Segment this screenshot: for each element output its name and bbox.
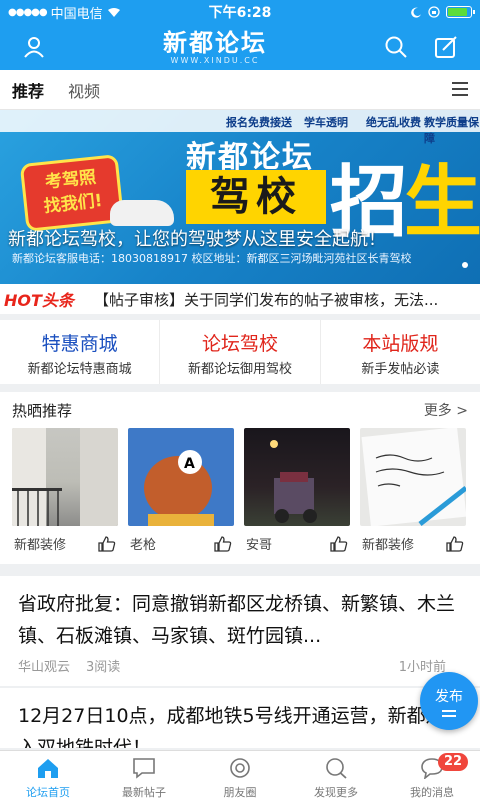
camera-icon xyxy=(230,758,250,778)
discover-icon xyxy=(326,758,347,779)
user-icon[interactable] xyxy=(20,33,48,61)
app-logo: 新都论坛 WWW.XINDU.CC xyxy=(163,30,267,65)
quick-link-rules[interactable]: 本站版规 新手发帖必读 xyxy=(321,320,480,384)
post-title[interactable]: 12月27日10点，成都地铁5号线开通运营，新都进入双地铁时代！ xyxy=(18,700,462,748)
hot-card[interactable]: 新都装修 xyxy=(360,428,466,553)
edit-icon[interactable] xyxy=(432,33,460,61)
status-bar: ●●●●● 中国电信 下午6:28 xyxy=(0,0,480,24)
card-author: 安哥 xyxy=(246,538,273,553)
hot-headline[interactable]: HOT头条 【帖子审核】关于同学们发布的帖子被审核，无法... xyxy=(0,284,480,314)
thumbnail-image[interactable]: A xyxy=(128,428,234,526)
card-author: 新都装修 xyxy=(362,538,415,553)
carrier-label: 中国电信 xyxy=(50,6,103,22)
quick-links: 特惠商城 新都论坛特惠商城 论坛驾校 新都论坛御用驾校 本站版规 新手发帖必读 xyxy=(0,320,480,384)
car-image xyxy=(110,200,174,226)
menu-icon[interactable] xyxy=(452,82,468,98)
post-time: 1小时前 xyxy=(398,660,446,675)
app-header: 新都论坛 WWW.XINDU.CC xyxy=(0,24,480,70)
content-tabs: 推荐 视频 xyxy=(0,70,480,110)
logo-title: 新都论坛 xyxy=(163,28,267,57)
hot-card[interactable]: A 老枪 xyxy=(128,428,234,553)
tab-recommend[interactable]: 推荐 xyxy=(12,70,44,110)
home-icon xyxy=(38,759,58,778)
post-item[interactable]: 12月27日10点，成都地铁5号线开通运营，新都进入双地铁时代！ xyxy=(0,688,480,748)
banner-caption: 新都论坛驾校，让您的驾驶梦从这里安全起航！ xyxy=(8,229,386,250)
chat-icon xyxy=(133,758,155,779)
thumbnail-image[interactable] xyxy=(244,428,350,526)
hot-section: 热晒推荐 更多 > 新都装修 A 老枪 安哥 新都装修 xyxy=(0,392,480,564)
hot-card[interactable]: 安哥 xyxy=(244,428,350,553)
thumbnail-image[interactable] xyxy=(12,428,118,526)
like-icon[interactable] xyxy=(446,535,464,552)
like-icon[interactable] xyxy=(214,535,232,552)
hot-card[interactable]: 新都装修 xyxy=(12,428,118,553)
moon-icon xyxy=(411,7,421,18)
quick-link-mall[interactable]: 特惠商城 新都论坛特惠商城 xyxy=(0,320,161,384)
banner-jiaxiao: 驾校 xyxy=(186,170,326,224)
hot-section-title: 热晒推荐 xyxy=(12,401,73,420)
tab-video[interactable]: 视频 xyxy=(68,70,100,110)
banner-pager-dot xyxy=(462,262,468,268)
lock-rotation-icon xyxy=(428,6,440,18)
nav-latest-posts[interactable]: 最新帖子 xyxy=(96,751,192,800)
banner-top-strip: 报名免费接送 学车透明 绝无乱收费 教学质量保障 xyxy=(0,110,480,145)
banner-badge: 考驾照 找我们! xyxy=(23,157,121,229)
quick-link-driving-school[interactable]: 论坛驾校 新都论坛御用驾校 xyxy=(160,320,321,384)
post-author: 华山观云 xyxy=(18,660,71,675)
search-icon[interactable] xyxy=(382,33,410,61)
more-link[interactable]: 更多 > xyxy=(424,400,468,420)
post-title[interactable]: 省政府批复：同意撤销新都区龙桥镇、新繁镇、木兰镇、石板滩镇、马家镇、斑竹园镇..… xyxy=(18,588,462,652)
card-author: 老枪 xyxy=(130,538,157,553)
logo-subtitle: WWW.XINDU.CC xyxy=(170,55,260,65)
wifi-icon xyxy=(107,7,120,17)
nav-home[interactable]: 论坛首页 xyxy=(0,751,96,800)
like-icon[interactable] xyxy=(330,535,348,552)
card-author: 新都装修 xyxy=(14,538,67,553)
bottom-nav: 论坛首页 最新帖子 朋友圈 发现更多 我的消息 22 xyxy=(0,750,480,800)
promo-banner[interactable]: 报名免费接送 学车透明 绝无乱收费 教学质量保障 考驾照 找我们! 新都论坛 驾… xyxy=(0,110,480,284)
unread-badge: 22 xyxy=(438,753,469,771)
like-icon[interactable] xyxy=(98,535,116,552)
headline-text[interactable]: 【帖子审核】关于同学们发布的帖子被审核，无法... xyxy=(94,289,438,310)
post-item[interactable]: 省政府批复：同意撤销新都区龙桥镇、新繁镇、木兰镇、石板滩镇、马家镇、斑竹园镇..… xyxy=(0,576,480,686)
nav-messages[interactable]: 我的消息 22 xyxy=(384,751,480,800)
status-time: 下午6:28 xyxy=(208,5,272,21)
nav-friends[interactable]: 朋友圈 xyxy=(192,751,288,800)
battery-icon xyxy=(446,6,475,18)
svg-text:A: A xyxy=(184,456,195,472)
publish-button[interactable]: 发布 xyxy=(420,672,478,730)
hot-logo: HOT头条 xyxy=(4,291,74,310)
post-reads: 3阅读 xyxy=(86,660,121,675)
nav-discover[interactable]: 发现更多 xyxy=(288,751,384,800)
publish-icon xyxy=(442,710,456,717)
signal-icon: ●●●●● xyxy=(8,6,48,18)
thumbnail-image[interactable] xyxy=(360,428,466,526)
